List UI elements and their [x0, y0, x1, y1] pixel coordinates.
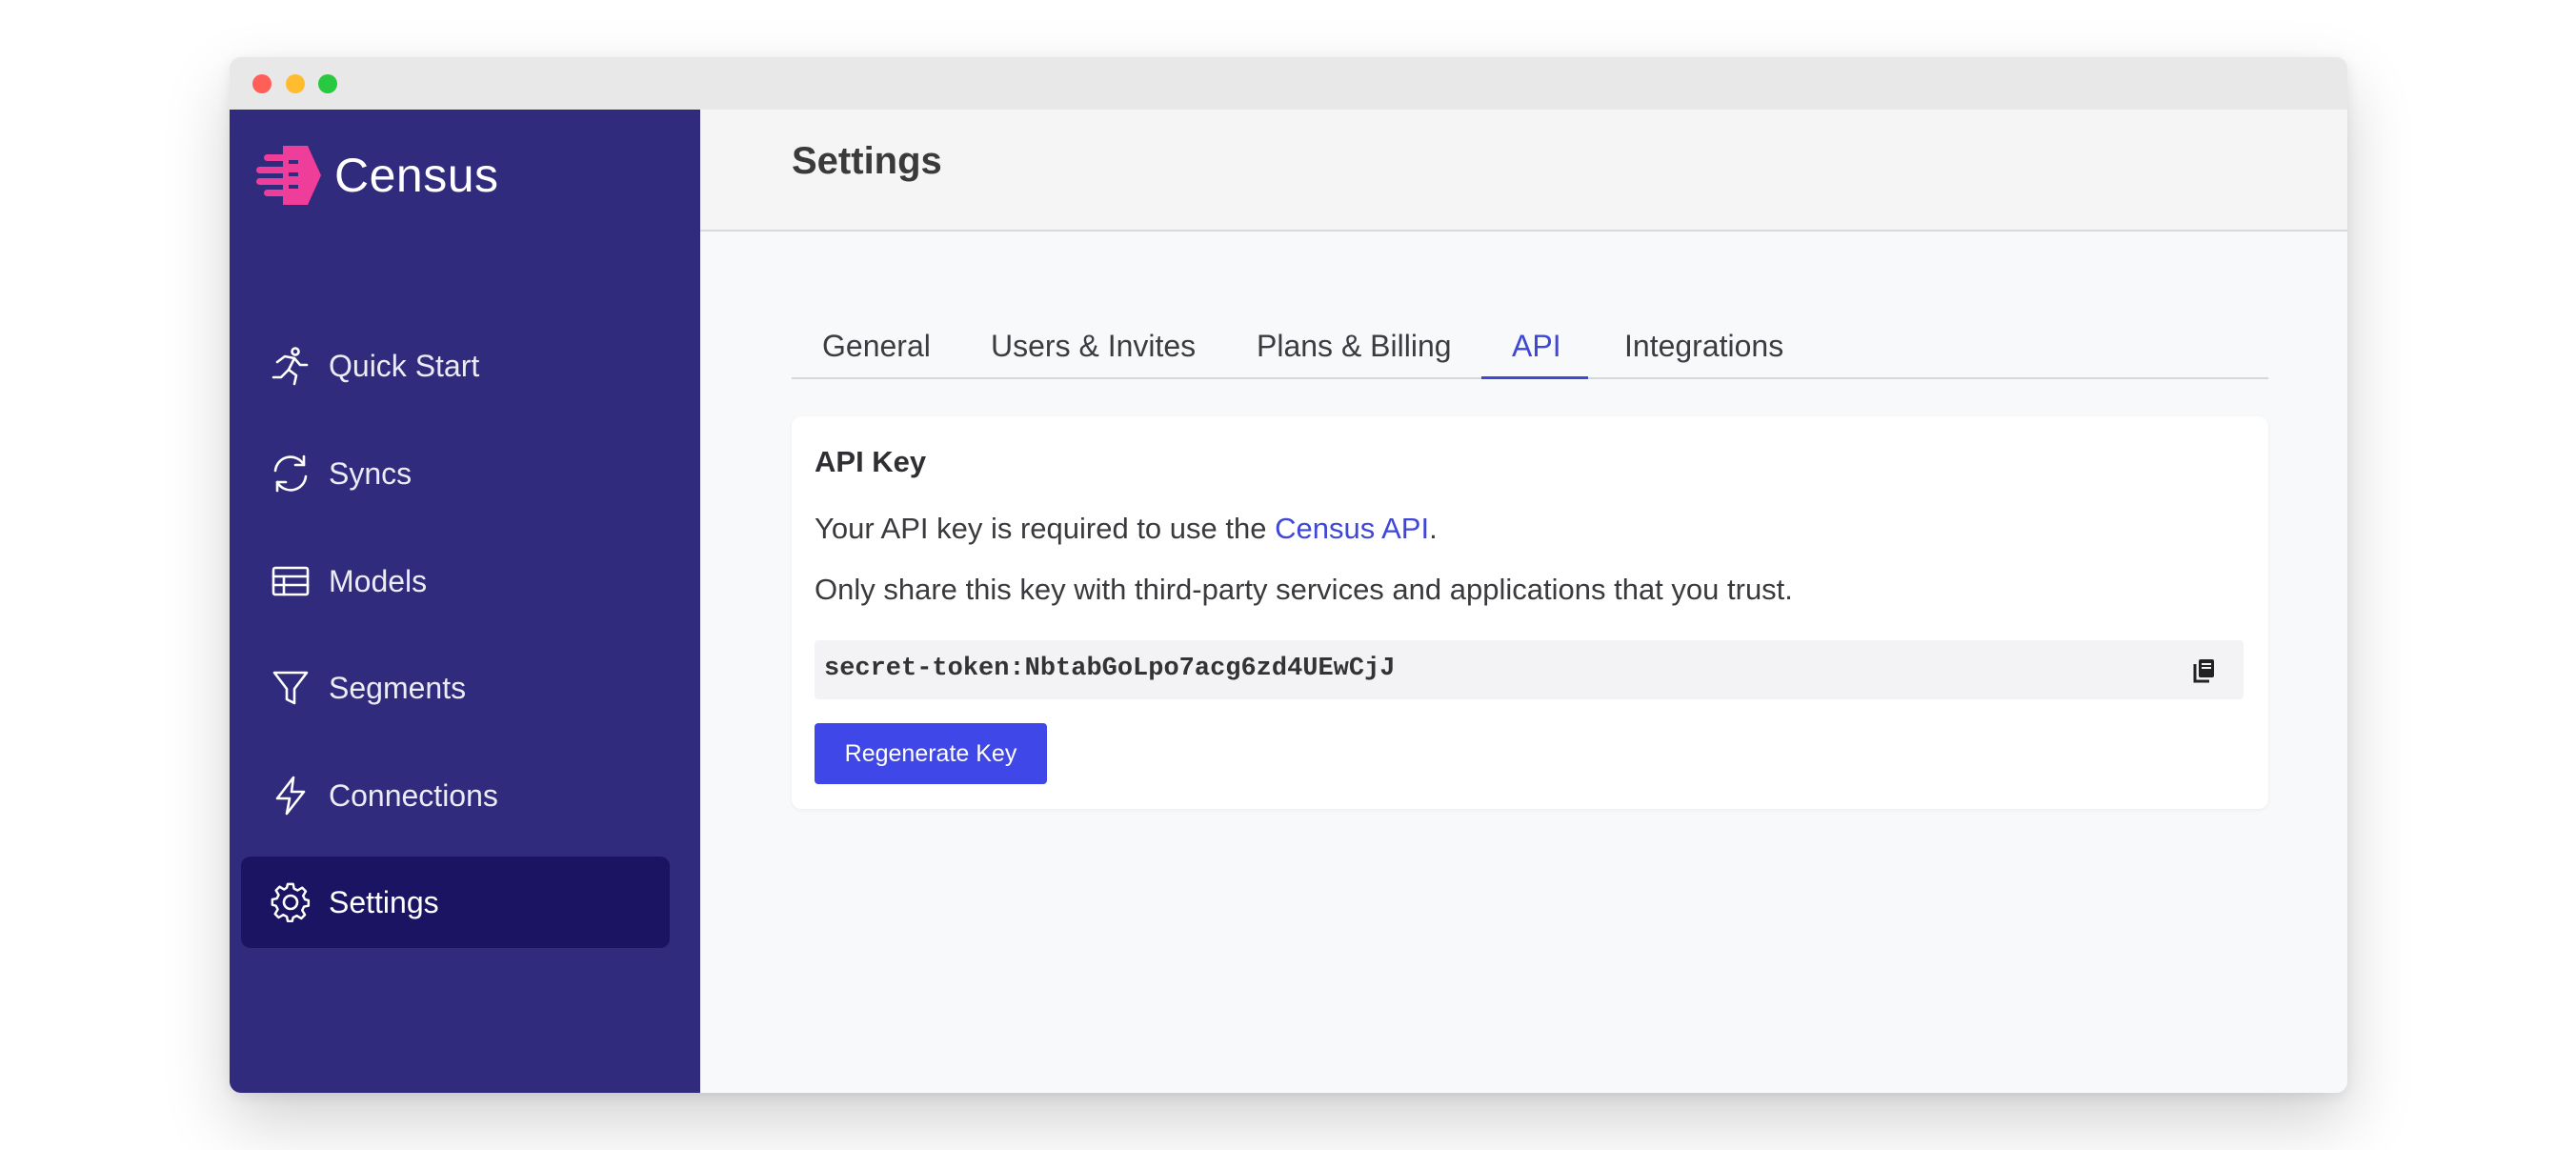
description-text: Your API key is required to use the — [815, 512, 1276, 545]
sidebar-item-settings[interactable]: Settings — [241, 857, 670, 948]
zoom-window-button[interactable] — [318, 74, 337, 93]
minimize-window-button[interactable] — [286, 74, 305, 93]
close-window-button[interactable] — [252, 74, 272, 93]
tab-plans-billing[interactable]: Plans & Billing — [1257, 329, 1452, 379]
sidebar-item-label: Connections — [329, 777, 498, 813]
sidebar-item-segments[interactable]: Segments — [241, 642, 670, 734]
tab-integrations[interactable]: Integrations — [1624, 329, 1783, 379]
api-key-warning: Only share this key with third-party ser… — [815, 573, 1793, 606]
api-key-field[interactable]: secret-token:NbtabGoLpo7acg6zd4UEwCjJ — [815, 640, 2244, 699]
tab-api[interactable]: API — [1512, 329, 1561, 379]
funnel-icon — [270, 667, 312, 709]
tab-users-invites[interactable]: Users & Invites — [991, 329, 1196, 379]
card-title: API Key — [815, 445, 927, 478]
sidebar-item-connections[interactable]: Connections — [241, 750, 670, 841]
main-content: Settings General Users & Invites Plans &… — [700, 110, 2347, 1093]
sidebar-item-label: Segments — [329, 670, 467, 705]
sidebar-item-label: Syncs — [329, 455, 413, 491]
app-window: Census Quick Start Syncs Models Segments — [230, 57, 2347, 1093]
census-api-link[interactable]: Census API — [1275, 512, 1429, 545]
active-tab-indicator — [1481, 376, 1588, 379]
page-header: Settings — [700, 110, 2347, 232]
running-person-icon — [270, 345, 312, 387]
lightning-bolt-icon — [270, 775, 312, 817]
sidebar-item-models[interactable]: Models — [241, 535, 670, 627]
description-suffix: . — [1429, 512, 1438, 545]
copy-icon[interactable] — [2190, 656, 2219, 684]
api-key-card: API Key Your API key is required to use … — [792, 416, 2268, 809]
api-key-value: secret-token:NbtabGoLpo7acg6zd4UEwCjJ — [824, 655, 1396, 683]
brand[interactable]: Census — [254, 142, 499, 209]
table-icon — [270, 560, 312, 602]
sidebar-item-syncs[interactable]: Syncs — [241, 428, 670, 519]
sidebar-item-label: Models — [329, 563, 428, 598]
census-logo-icon — [256, 146, 321, 205]
tab-general[interactable]: General — [822, 329, 931, 379]
sidebar-item-label: Settings — [329, 884, 439, 919]
sidebar-item-quick-start[interactable]: Quick Start — [241, 320, 670, 412]
gear-icon — [270, 881, 312, 923]
settings-tabs: General Users & Invites Plans & Billing … — [792, 329, 2268, 379]
sidebar-item-label: Quick Start — [329, 348, 480, 383]
api-key-description: Your API key is required to use the Cens… — [815, 512, 1438, 546]
brand-name: Census — [334, 149, 499, 202]
sync-arrows-icon — [270, 453, 312, 494]
page-title: Settings — [792, 140, 942, 182]
sidebar: Census Quick Start Syncs Models Segments — [230, 110, 700, 1093]
window-titlebar — [230, 57, 2347, 110]
regenerate-key-button[interactable]: Regenerate Key — [815, 723, 1047, 784]
